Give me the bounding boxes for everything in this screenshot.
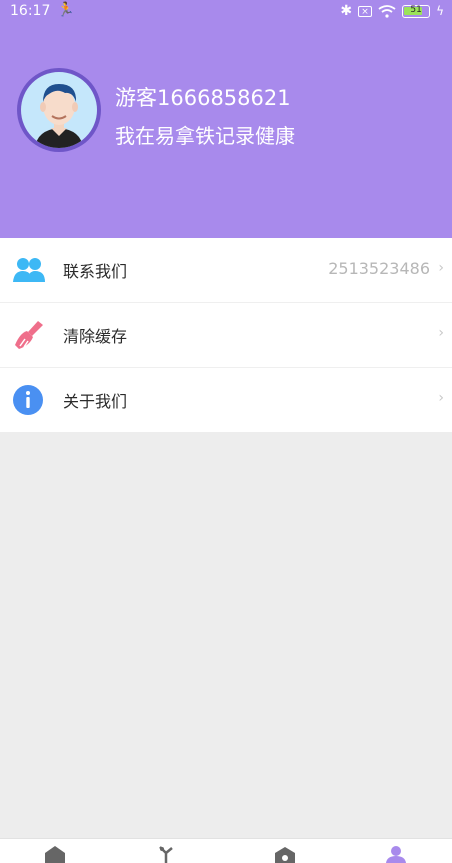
battery-icon: 51	[402, 4, 431, 18]
status-bar: 16:17 🏃 ✱ × 51 ϟ	[0, 0, 452, 24]
profile-icon[interactable]	[383, 845, 409, 863]
chevron-right-icon: ›	[438, 260, 444, 276]
settings-menu: 联系我们 2513523486 › 清除缓存 › 关于我们 ›	[0, 238, 452, 432]
charging-icon: ϟ	[436, 4, 444, 18]
menu-item-label: 清除缓存	[63, 327, 128, 346]
wifi-icon	[378, 4, 396, 18]
runner-icon: 🏃	[57, 2, 75, 18]
chevron-right-icon: ›	[438, 390, 444, 406]
bluetooth-icon: ✱	[340, 3, 353, 19]
profile-tagline: 我在易拿铁记录健康	[115, 124, 295, 148]
user-avatar-illustration	[35, 84, 83, 148]
bottom-tab-bar	[0, 838, 452, 863]
menu-item-contact-us[interactable]: 联系我们 2513523486 ›	[0, 238, 452, 303]
menu-item-label: 关于我们	[63, 392, 128, 411]
info-icon	[13, 385, 43, 415]
broom-icon	[15, 321, 43, 349]
profile-name: 游客1666858621	[115, 86, 291, 110]
battery-level: 51	[410, 4, 422, 15]
discover-icon[interactable]	[154, 845, 180, 863]
contacts-icon	[13, 258, 45, 282]
chevron-right-icon: ›	[438, 325, 444, 341]
menu-item-clear-cache[interactable]: 清除缓存 ›	[0, 303, 452, 368]
camera-icon[interactable]	[272, 845, 298, 863]
menu-item-label: 联系我们	[63, 262, 128, 281]
status-icons: ✱ × 51 ϟ	[340, 3, 444, 19]
avatar[interactable]	[17, 68, 101, 152]
menu-item-about-us[interactable]: 关于我们 ›	[0, 368, 452, 432]
sim-off-icon: ×	[358, 5, 373, 17]
profile-header: 16:17 🏃 ✱ × 51 ϟ 游客1666858621 我在易拿铁记录健康	[0, 0, 452, 238]
contact-number: 2513523486	[328, 259, 430, 278]
home-icon[interactable]	[42, 845, 68, 863]
status-time: 16:17	[10, 3, 51, 19]
